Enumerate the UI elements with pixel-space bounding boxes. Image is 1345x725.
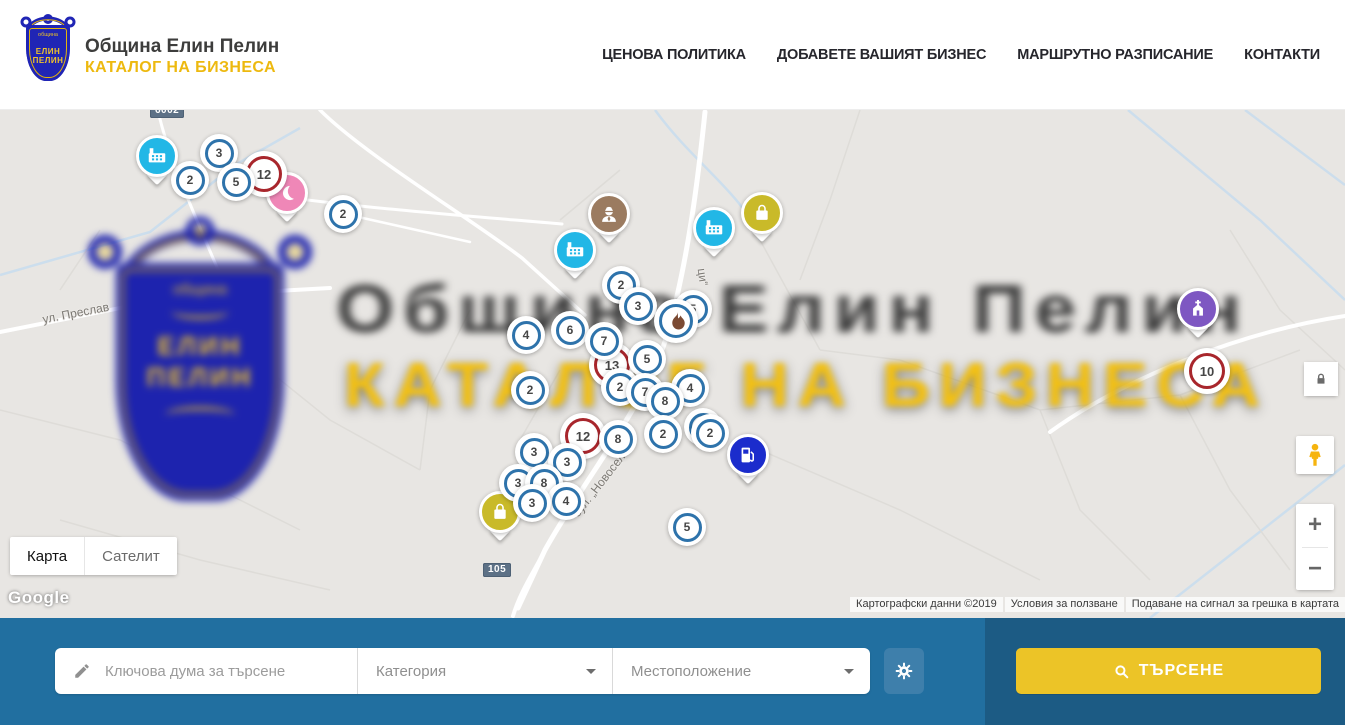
map-cluster-marker[interactable]: 2 <box>511 371 549 409</box>
factory-icon <box>564 239 586 261</box>
map-cluster-marker[interactable]: 2 <box>644 415 682 453</box>
map-pin-factory[interactable] <box>554 229 596 271</box>
map-cluster-marker[interactable]: 4 <box>507 316 545 354</box>
crest-town-word: община <box>30 32 66 38</box>
map-attribution-text: Картографски данни ©2019 <box>850 597 1003 612</box>
map-attribution-link[interactable]: Условия за ползване <box>1005 597 1124 612</box>
map-cluster-marker[interactable]: 2 <box>324 195 362 233</box>
nav-item[interactable]: КОНТАКТИ <box>1244 47 1320 63</box>
location-select[interactable]: Местоположение <box>612 648 870 694</box>
zoom-in-button[interactable]: + <box>1296 504 1334 547</box>
fullscreen-lock-button[interactable] <box>1304 362 1338 396</box>
bag-icon <box>489 501 511 523</box>
map-pin-factory[interactable] <box>136 135 178 177</box>
chevron-down-icon <box>586 669 596 674</box>
nav-item[interactable]: ДОБАВЕТЕ ВАШИЯТ БИЗНЕС <box>777 47 986 63</box>
map-attribution-link[interactable]: Подаване на сигнал за грешка в картата <box>1126 597 1345 612</box>
street-view-pegman-button[interactable] <box>1296 436 1334 474</box>
map-pin-church[interactable] <box>1177 288 1219 330</box>
map-type-control: Карта Сателит <box>10 537 177 575</box>
map-pin-bag[interactable] <box>741 192 783 234</box>
category-select[interactable]: Категория <box>357 648 612 694</box>
site-subtitle: КАТАЛОГ НА БИЗНЕСА <box>85 59 276 77</box>
google-logo[interactable]: Google <box>8 588 70 608</box>
map-cluster-marker[interactable]: 5 <box>217 163 255 201</box>
gear-icon <box>894 661 914 681</box>
pegman-icon <box>1304 442 1326 468</box>
map-cluster-marker[interactable]: 7 <box>585 322 623 360</box>
keyword-field[interactable] <box>55 648 357 694</box>
site-title: Община Елин Пелин <box>85 36 279 58</box>
worker-icon <box>598 203 620 225</box>
advanced-search-button[interactable] <box>884 648 924 694</box>
map-marker-flame[interactable] <box>654 299 698 343</box>
map-cluster-marker[interactable]: 4 <box>547 482 585 520</box>
map-pin-factory[interactable] <box>693 207 735 249</box>
factory-icon <box>146 145 168 167</box>
crest-town-name: ЕЛИН ПЕЛИН <box>30 47 66 65</box>
chevron-down-icon <box>844 669 854 674</box>
map-cluster-marker[interactable]: 3 <box>619 287 657 325</box>
bag-icon <box>751 202 773 224</box>
google-map[interactable]: 6002105ул. Преславбул. „Новоселци“ общин… <box>0 110 1345 618</box>
flame-icon <box>664 309 688 333</box>
search-icon <box>1113 663 1130 680</box>
map-type-satellite-button[interactable]: Сателит <box>84 537 177 575</box>
map-markers-layer: 12325221335647522478122822333843510 <box>0 110 1345 618</box>
factory-icon <box>703 217 725 239</box>
map-cluster-marker[interactable]: 2 <box>691 414 729 452</box>
fuel-icon <box>737 444 759 466</box>
map-attribution: Картографски данни ©2019Условия за ползв… <box>850 597 1345 612</box>
church-icon <box>1187 298 1209 320</box>
zoom-control: + − <box>1296 504 1334 590</box>
nav-item[interactable]: ЦЕНОВА ПОЛИТИКА <box>602 47 746 63</box>
nav-item[interactable]: МАРШРУТНО РАЗПИСАНИЕ <box>1017 47 1213 63</box>
pencil-icon <box>73 662 91 680</box>
map-cluster-marker[interactable]: 3 <box>513 484 551 522</box>
padlock-icon <box>1314 372 1328 386</box>
search-bar: Категория Местоположение <box>0 618 1345 725</box>
keyword-input[interactable] <box>105 663 335 680</box>
map-cluster-marker[interactable]: 6 <box>551 311 589 349</box>
app-header: община ЕЛИН ПЕЛИН Община Елин Пелин КАТА… <box>0 0 1345 110</box>
map-cluster-marker[interactable]: 10 <box>1184 348 1230 394</box>
map-cluster-marker[interactable]: 8 <box>599 420 637 458</box>
zoom-out-button[interactable]: − <box>1296 548 1334 591</box>
map-cluster-marker[interactable]: 5 <box>668 508 706 546</box>
municipality-crest-logo: община ЕЛИН ПЕЛИН <box>20 14 76 84</box>
search-submit-button[interactable]: ТЪРСЕНЕ <box>1016 648 1321 694</box>
main-nav: ЦЕНОВА ПОЛИТИКА ДОБАВЕТЕ ВАШИЯТ БИЗНЕС МАР… <box>602 0 1320 110</box>
map-type-map-button[interactable]: Карта <box>10 537 84 575</box>
map-pin-fuel[interactable] <box>727 434 769 476</box>
